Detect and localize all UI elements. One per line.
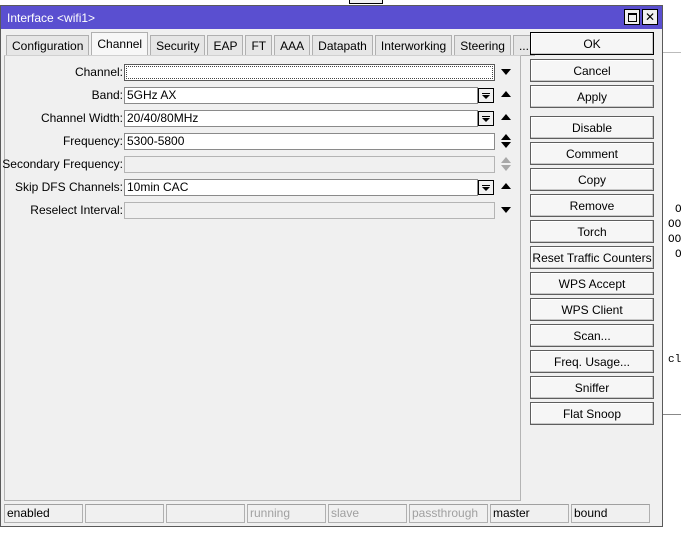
wps-client-button[interactable]: WPS Client: [530, 298, 654, 321]
tab-security[interactable]: Security: [150, 35, 206, 56]
status-empty: [166, 504, 245, 523]
frequency-label: Frequency:: [62, 134, 123, 148]
up-down-icon: [501, 156, 511, 173]
status-passthrough: passthrough: [409, 504, 488, 523]
background-text: O: [675, 249, 681, 261]
channel-row: Channel:: [5, 64, 522, 81]
reselect-interval-label: Reselect Interval:: [30, 203, 123, 217]
channel-width-select[interactable]: 20/40/80MHz: [124, 110, 478, 127]
title-bar[interactable]: Interface <wifi1> ✕: [1, 6, 662, 29]
status-master: master: [490, 504, 569, 523]
channel-width-row: Channel Width: 20/40/80MHz: [5, 110, 522, 127]
tab-interworking[interactable]: Interworking: [374, 35, 453, 56]
background-window: O OO OO O cl: [662, 52, 681, 415]
tab-datapath[interactable]: Datapath: [312, 35, 373, 56]
channel-width-dropdown-button[interactable]: [478, 111, 494, 126]
sniffer-button[interactable]: Sniffer: [530, 376, 654, 399]
background-text: cl: [668, 354, 681, 366]
up-down-icon[interactable]: [501, 133, 511, 150]
status-bar: enabled running slave passthrough master…: [4, 504, 658, 523]
disable-button[interactable]: Disable: [530, 116, 654, 139]
background-text: OO: [668, 234, 681, 246]
background-text: O: [675, 204, 681, 216]
band-label: Band:: [91, 88, 123, 102]
band-row: Band: 5GHz AX: [5, 87, 522, 104]
channel-width-label: Channel Width:: [40, 111, 123, 125]
close-icon: ✕: [644, 10, 656, 24]
channel-input[interactable]: [124, 64, 495, 81]
tab-eap[interactable]: EAP: [207, 35, 244, 56]
skip-dfs-channels-label: Skip DFS Channels:: [14, 180, 123, 194]
apply-button[interactable]: Apply: [530, 85, 654, 108]
comment-button[interactable]: Comment: [530, 142, 654, 165]
skip-dfs-channels-select[interactable]: 10min CAC: [124, 179, 478, 196]
scan-button[interactable]: Scan...: [530, 324, 654, 347]
status-running: running: [247, 504, 326, 523]
restore-button[interactable]: [624, 9, 640, 25]
close-button[interactable]: ✕: [642, 9, 658, 25]
band-dropdown-button[interactable]: [478, 88, 494, 103]
collapse-up-icon[interactable]: [501, 183, 511, 189]
frequency-row: Frequency: 5300-5800: [5, 133, 522, 150]
status-enabled: enabled: [4, 504, 83, 523]
channel-label: Channel:: [74, 65, 123, 79]
background-window-button: [349, 0, 383, 4]
background-text: OO: [668, 219, 681, 231]
dropdown-icon: [482, 117, 490, 122]
window-title: Interface <wifi1>: [7, 10, 96, 25]
collapse-up-icon[interactable]: [501, 91, 511, 97]
dropdown-icon: [482, 186, 490, 191]
cancel-button[interactable]: Cancel: [530, 59, 654, 82]
reset-traffic-counters-button[interactable]: Reset Traffic Counters: [530, 246, 654, 269]
wps-accept-button[interactable]: WPS Accept: [530, 272, 654, 295]
status-slave: slave: [328, 504, 407, 523]
reselect-interval-input[interactable]: [124, 202, 495, 219]
ok-button[interactable]: OK: [530, 32, 654, 55]
secondary-frequency-row: Secondary Frequency:: [2, 156, 522, 173]
remove-button[interactable]: Remove: [530, 194, 654, 217]
channel-panel: Channel: Band: 5GHz AX Channel Width: 20…: [2, 55, 522, 501]
dropdown-icon: [482, 94, 490, 99]
tab-steering[interactable]: Steering: [454, 35, 511, 56]
torch-button[interactable]: Torch: [530, 220, 654, 243]
tab-ft[interactable]: FT: [245, 35, 273, 56]
tab-configuration[interactable]: Configuration: [6, 35, 90, 56]
skip-dfs-dropdown-button[interactable]: [478, 180, 494, 195]
tab-aaa[interactable]: AAA: [274, 35, 311, 56]
collapse-up-icon[interactable]: [501, 114, 511, 120]
restore-icon: [627, 12, 637, 22]
flat-snoop-button[interactable]: Flat Snoop: [530, 402, 654, 425]
status-empty: [85, 504, 164, 523]
expand-down-icon[interactable]: [501, 69, 511, 75]
frequency-input[interactable]: 5300-5800: [124, 133, 495, 150]
secondary-frequency-input: [124, 156, 495, 173]
tab-channel[interactable]: Channel: [91, 32, 149, 56]
reselect-interval-row: Reselect Interval:: [5, 202, 522, 219]
secondary-frequency-label: Secondary Frequency:: [2, 157, 123, 171]
interface-dialog: Interface <wifi1> ✕ Configuration Channe…: [0, 5, 663, 527]
band-select[interactable]: 5GHz AX: [124, 87, 478, 104]
copy-button[interactable]: Copy: [530, 168, 654, 191]
tab-bar: Configuration Channel Security EAP FT AA…: [6, 32, 537, 56]
expand-down-icon[interactable]: [501, 207, 511, 213]
skip-dfs-channels-row: Skip DFS Channels: 10min CAC: [5, 179, 522, 196]
status-bound: bound: [571, 504, 650, 523]
background-window-edge: [0, 0, 681, 4]
freq-usage-button[interactable]: Freq. Usage...: [530, 350, 654, 373]
